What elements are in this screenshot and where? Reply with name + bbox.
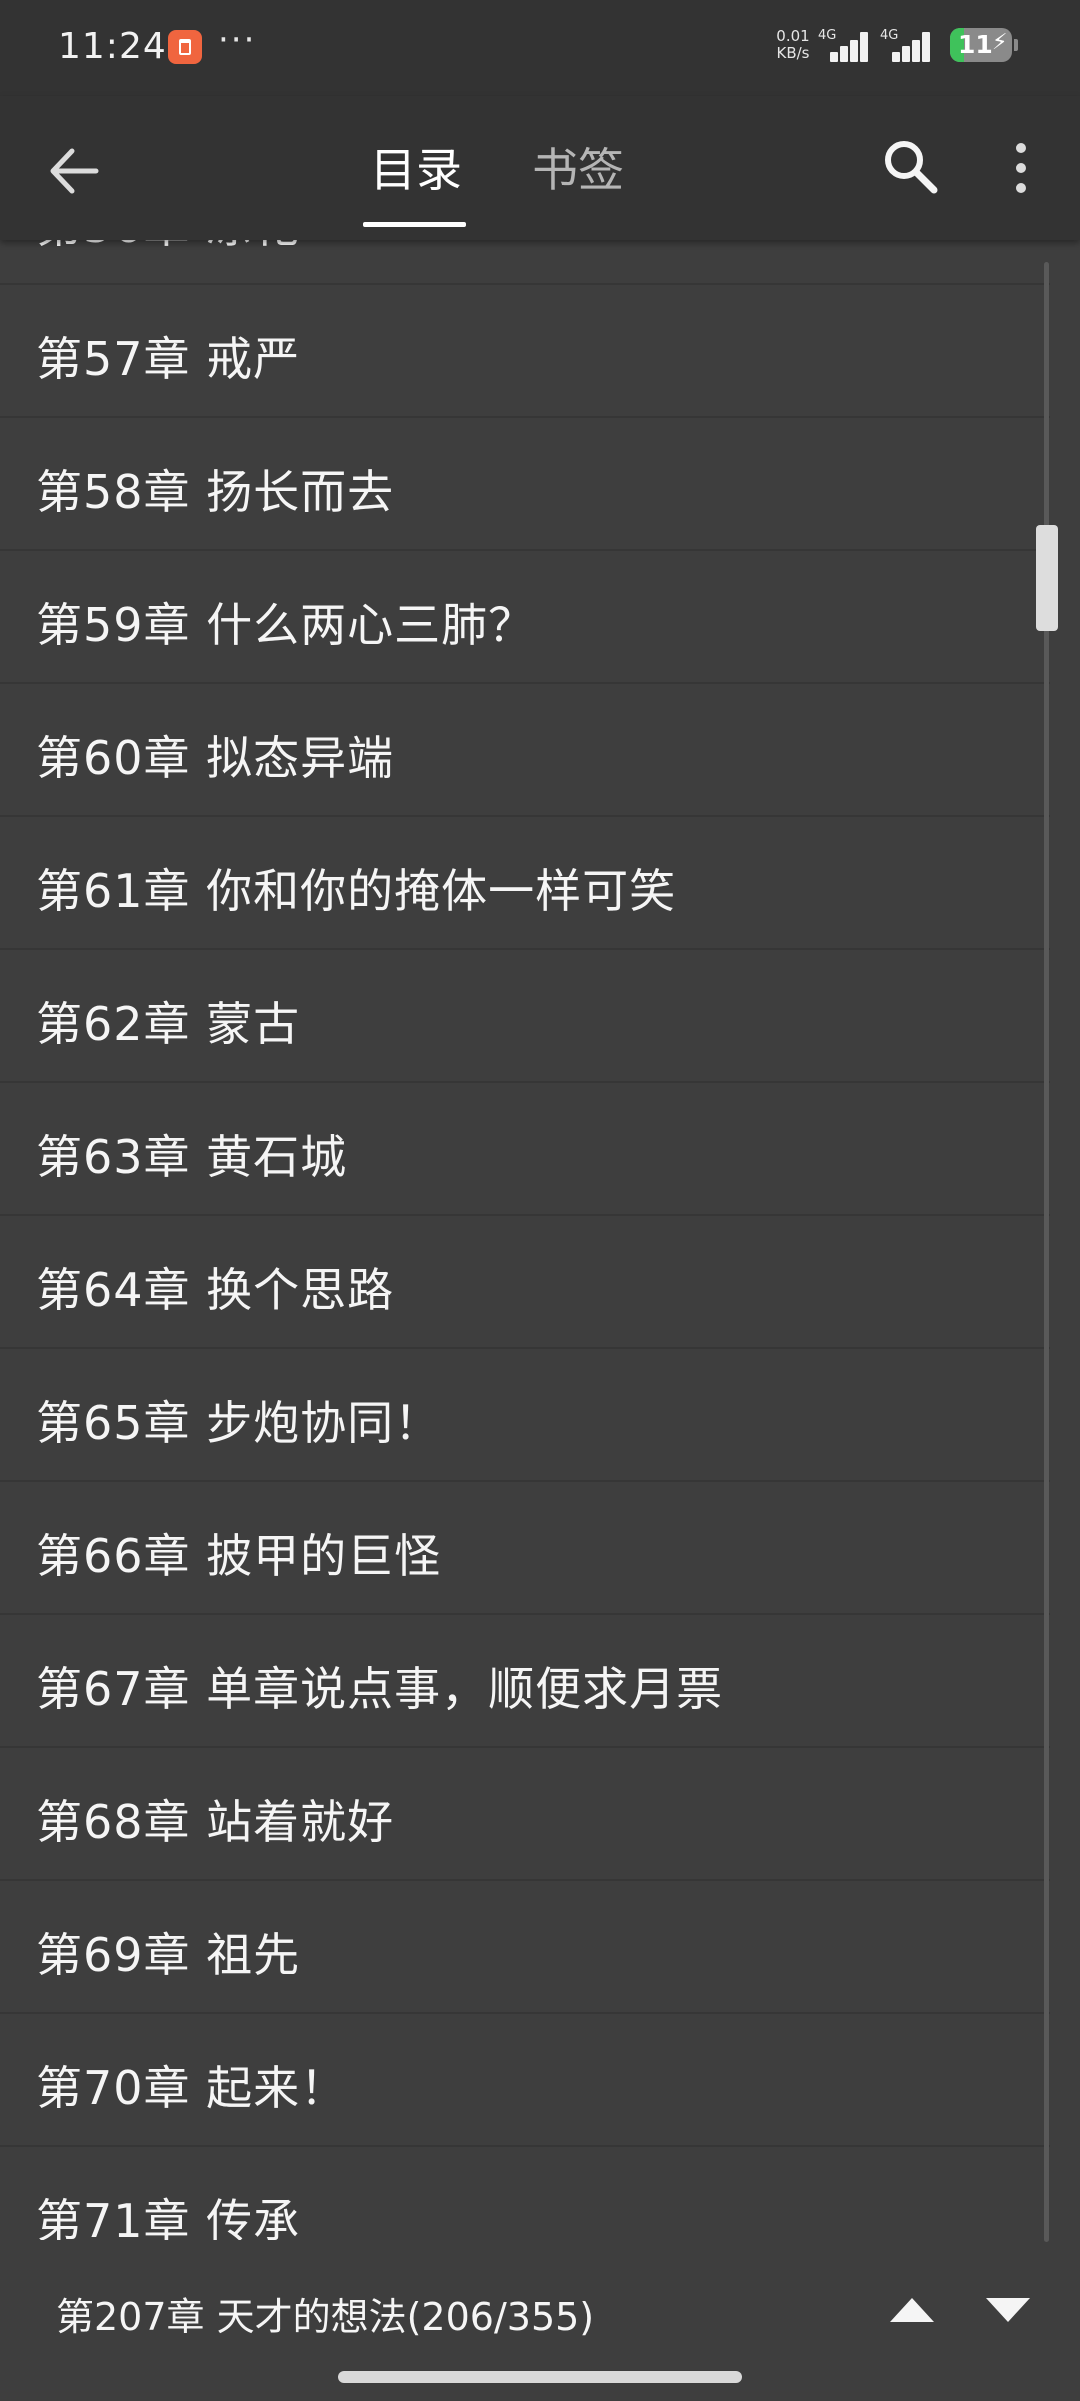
- chapter-title: 第69章 祖先: [36, 1928, 301, 1982]
- battery-level: 11: [958, 30, 993, 59]
- battery-icon: 11 ⚡: [950, 28, 1012, 62]
- chapter-row[interactable]: 第70章 起来！: [0, 2014, 1050, 2147]
- chapter-row[interactable]: 第68章 站着就好: [0, 1748, 1050, 1881]
- chapter-title: 第56章 凉花: [36, 240, 300, 256]
- more-notifications-icon: ···: [218, 20, 257, 60]
- chapter-title: 第57章 戒严: [36, 332, 301, 386]
- chapter-title: 第64章 换个思路: [36, 1263, 395, 1317]
- chapter-title: 第59章 什么两心三肺？: [36, 598, 536, 652]
- chapter-row[interactable]: 第60章 拟态异端: [0, 684, 1050, 817]
- chapter-list-track: 第56章 凉花 第57章 戒严 第58章 扬长而去 第59章 什么两心三肺？ 第…: [0, 240, 1050, 2240]
- chapter-row[interactable]: 第59章 什么两心三肺？: [0, 551, 1050, 684]
- chapter-row[interactable]: 第64章 换个思路: [0, 1216, 1050, 1349]
- triangle-down-icon: [986, 2298, 1030, 2322]
- top-toolbar: 目录 书签: [0, 96, 1080, 240]
- chapter-title: 第67章 单章说点事，顺便求月票: [36, 1662, 724, 1716]
- network-speed-unit: KB/s: [776, 44, 810, 62]
- scroll-to-top-button[interactable]: [884, 2282, 940, 2338]
- chapter-title: 第62章 蒙古: [36, 997, 301, 1051]
- home-indicator[interactable]: [338, 2371, 742, 2383]
- signal-2-tag: 4G: [880, 28, 899, 43]
- status-time: 11:24: [58, 26, 167, 67]
- chapter-row[interactable]: 第56章 凉花: [0, 240, 1050, 285]
- chapter-title: 第68章 站着就好: [36, 1795, 395, 1849]
- chapter-title: 第65章 步炮协同！: [36, 1396, 442, 1450]
- triangle-up-icon: [890, 2298, 934, 2322]
- current-chapter-label[interactable]: 第207章 天才的想法(206/355): [56, 2286, 594, 2341]
- notification-app-icon: [168, 30, 202, 64]
- charging-icon: ⚡: [992, 30, 1008, 55]
- signal-icon: 4G: [880, 28, 932, 62]
- scroll-to-bottom-button[interactable]: [980, 2282, 1036, 2338]
- chapter-row[interactable]: 第58章 扬长而去: [0, 418, 1050, 551]
- search-button[interactable]: [880, 136, 942, 198]
- chapter-title: 第63章 黄石城: [36, 1130, 348, 1184]
- chapter-row[interactable]: 第71章 传承: [0, 2147, 1050, 2240]
- back-button[interactable]: [40, 136, 110, 206]
- more-options-button[interactable]: [1006, 138, 1036, 202]
- tab-bookmarks[interactable]: 书签: [532, 134, 624, 200]
- chapter-row[interactable]: 第57章 戒严: [0, 285, 1050, 418]
- chapter-title: 第66章 披甲的巨怪: [36, 1529, 442, 1583]
- chapter-title: 第70章 起来！: [36, 2061, 348, 2115]
- chapter-row[interactable]: 第62章 蒙古: [0, 950, 1050, 1083]
- chapter-title: 第61章 你和你的掩体一样可笑: [36, 864, 677, 918]
- network-speed: 0.01 KB/s: [772, 28, 814, 62]
- active-tab-indicator: [363, 222, 466, 227]
- arrow-left-icon: [50, 148, 99, 194]
- chapter-title: 第58章 扬长而去: [36, 465, 395, 519]
- signal-1-tag: 4G: [818, 28, 837, 43]
- chapter-list[interactable]: 第56章 凉花 第57章 戒严 第58章 扬长而去 第59章 什么两心三肺？ 第…: [0, 240, 1080, 2240]
- chapter-row[interactable]: 第63章 黄石城: [0, 1083, 1050, 1216]
- signal-icon: 4G: [818, 28, 870, 62]
- chapter-row[interactable]: 第69章 祖先: [0, 1881, 1050, 2014]
- chapter-title: 第60章 拟态异端: [36, 731, 395, 785]
- chapter-row[interactable]: 第65章 步炮协同！: [0, 1349, 1050, 1482]
- chapter-row[interactable]: 第61章 你和你的掩体一样可笑: [0, 817, 1050, 950]
- chapter-row[interactable]: 第67章 单章说点事，顺便求月票: [0, 1615, 1050, 1748]
- status-bar: 11:24 ··· 0.01 KB/s 4G 4G 11 ⚡: [0, 0, 1080, 96]
- chapter-row[interactable]: 第66章 披甲的巨怪: [0, 1482, 1050, 1615]
- network-speed-value: 0.01: [776, 27, 810, 45]
- chapter-catalog-screen: 11:24 ··· 0.01 KB/s 4G 4G 11 ⚡ 目录 书签 第57…: [0, 0, 1080, 2401]
- more-vert-icon: [1016, 143, 1026, 193]
- chapter-title: 第71章 传承: [36, 2194, 301, 2240]
- scrollbar-thumb[interactable]: [1036, 525, 1058, 631]
- search-icon: [885, 141, 938, 194]
- tab-catalog[interactable]: 目录: [370, 134, 462, 200]
